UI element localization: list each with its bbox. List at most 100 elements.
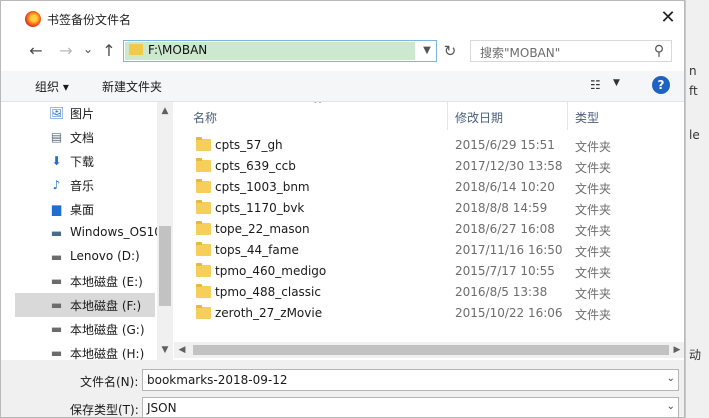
horizontal-scrollbar[interactable]: ◀ ▶ xyxy=(174,342,684,358)
command-toolbar: 组织 ▾ 新建文件夹 ☷ ▼ ? xyxy=(1,71,684,102)
background-text: n xyxy=(689,64,697,78)
navigation-scrollbar-thumb[interactable] xyxy=(159,226,171,306)
file-type: 文件夹 xyxy=(575,266,612,280)
column-divider[interactable] xyxy=(447,102,448,130)
background-text: le xyxy=(689,128,700,142)
filename-input[interactable]: bookmarks-2018-09-12 xyxy=(147,373,288,387)
view-options-icon[interactable]: ☷ xyxy=(590,78,606,92)
file-row[interactable]: cpts_1003_bnm 2018/6/14 10:20 文件夹 xyxy=(174,177,684,198)
address-bar[interactable]: F:\MOBAN ▼ xyxy=(123,40,437,62)
scroll-left-icon[interactable]: ◀ xyxy=(174,345,190,355)
sidebar-item[interactable]: ▬ 本地磁盘 (G:) xyxy=(15,317,155,341)
filetype-dropdown-icon[interactable]: ⌄ xyxy=(667,401,675,412)
sidebar-item[interactable]: ▤ 文档 xyxy=(15,125,155,149)
folder-icon xyxy=(196,221,211,235)
file-type: 文件夹 xyxy=(575,308,612,322)
file-type: 文件夹 xyxy=(575,203,612,217)
sidebar-item-label: 本地磁盘 (H:) xyxy=(70,347,145,360)
background-window: n ft le 动 xyxy=(685,0,709,418)
address-text[interactable]: F:\MOBAN xyxy=(148,43,207,57)
scroll-down-icon[interactable]: ▼ xyxy=(157,345,173,355)
file-name: cpts_639_ccb xyxy=(215,159,296,173)
save-dialog: 书签备份文件名 ✕ ← → ⌄ ↑ F:\MOBAN ▼ ↻ 搜索"MOBAN"… xyxy=(0,0,685,418)
file-name: cpts_57_gh xyxy=(215,138,283,152)
column-header-type[interactable]: 类型 xyxy=(575,109,599,137)
file-row[interactable]: cpts_57_gh 2015/6/29 15:51 文件夹 xyxy=(174,135,684,156)
file-type: 文件夹 xyxy=(575,140,612,154)
filetype-select[interactable]: JSON ⌄ xyxy=(142,397,679,417)
sidebar-item[interactable]: ⬇ 下载 xyxy=(15,149,155,173)
file-date: 2017/11/16 16:50 xyxy=(455,243,563,257)
dialog-title: 书签备份文件名 xyxy=(47,13,132,27)
sidebar-item-icon: ▤ xyxy=(50,130,63,144)
help-icon[interactable]: ? xyxy=(652,76,670,94)
file-type: 文件夹 xyxy=(575,287,612,301)
close-button[interactable]: ✕ xyxy=(656,7,680,31)
organize-menu[interactable]: 组织 ▾ xyxy=(35,78,69,95)
file-date: 2017/12/30 13:58 xyxy=(455,159,563,173)
sidebar-item-label: Windows_OS10 xyxy=(70,225,162,239)
sidebar-item[interactable]: ▆ 桌面 xyxy=(15,197,155,221)
filetype-value[interactable]: JSON xyxy=(147,401,177,415)
sidebar-item-icon: ▬ xyxy=(50,274,63,288)
up-button[interactable]: ↑ xyxy=(98,39,120,63)
file-date: 2016/8/5 13:38 xyxy=(455,285,548,299)
view-options-dropdown-icon[interactable]: ▼ xyxy=(613,78,620,88)
file-type: 文件夹 xyxy=(575,224,612,238)
refresh-button[interactable]: ↻ xyxy=(439,40,461,62)
folder-icon xyxy=(196,200,211,214)
scroll-right-icon[interactable]: ▶ xyxy=(669,345,684,355)
sidebar-item-icon: ⬇ xyxy=(51,154,62,168)
filename-field[interactable]: bookmarks-2018-09-12 ⌄ xyxy=(142,369,679,391)
folder-icon xyxy=(196,305,211,319)
file-row[interactable]: tope_22_mason 2018/6/27 16:08 文件夹 xyxy=(174,219,684,240)
file-list: ^ 名称 修改日期 类型 cpts_57_gh 2015/6/29 15:51 文件… xyxy=(174,102,684,342)
sidebar-item[interactable]: ▬ Windows_OS10 xyxy=(15,221,162,245)
recent-locations-icon[interactable]: ⌄ xyxy=(81,37,95,61)
file-name: zeroth_27_zMovie xyxy=(215,306,323,320)
column-divider[interactable] xyxy=(567,102,568,130)
file-row[interactable]: zeroth_27_zMovie 2015/10/22 16:06 文件夹 xyxy=(174,303,684,324)
file-date: 2015/6/29 15:51 xyxy=(455,138,555,152)
sidebar-item-label: 下载 xyxy=(70,155,95,169)
forward-button[interactable]: → xyxy=(55,39,77,63)
file-row[interactable]: tpmo_488_classic 2016/8/5 13:38 文件夹 xyxy=(174,282,684,303)
folder-icon xyxy=(196,284,211,298)
sidebar-item[interactable]: ▬ Lenovo (D:) xyxy=(15,245,155,269)
search-input[interactable]: 搜索"MOBAN" xyxy=(480,44,560,61)
sidebar-item-icon: ▬ xyxy=(50,250,63,264)
sidebar-item[interactable]: ▬ 本地磁盘 (H:) xyxy=(15,341,155,360)
folder-icon xyxy=(196,158,211,172)
file-type: 文件夹 xyxy=(575,182,612,196)
filetype-label: 保存类型(T): xyxy=(70,403,139,417)
back-button[interactable]: ← xyxy=(25,39,47,63)
save-options-panel: 文件名(N): bookmarks-2018-09-12 ⌄ 保存类型(T): … xyxy=(1,360,684,417)
new-folder-button[interactable]: 新建文件夹 xyxy=(102,78,162,95)
file-row[interactable]: cpts_1170_bvk 2018/8/8 14:59 文件夹 xyxy=(174,198,684,219)
background-text: ft xyxy=(689,84,698,98)
firefox-icon xyxy=(25,11,41,27)
sidebar-item[interactable]: ▬ 本地磁盘 (F:) xyxy=(15,293,155,317)
search-box[interactable]: 搜索"MOBAN" ⚲ xyxy=(470,40,672,62)
column-header-date[interactable]: 修改日期 xyxy=(455,109,503,137)
sidebar-item-label: 本地磁盘 (F:) xyxy=(70,299,142,313)
file-row[interactable]: cpts_639_ccb 2017/12/30 13:58 文件夹 xyxy=(174,156,684,177)
file-date: 2015/7/17 10:55 xyxy=(455,264,555,278)
search-icon[interactable]: ⚲ xyxy=(651,43,667,59)
file-date: 2015/10/22 16:06 xyxy=(455,306,563,320)
sidebar-item-icon: ▆ xyxy=(51,202,62,216)
file-row[interactable]: tpmo_460_medigo 2015/7/17 10:55 文件夹 xyxy=(174,261,684,282)
sidebar-item[interactable]: 🖼 图片 xyxy=(15,102,155,125)
filename-dropdown-icon[interactable]: ⌄ xyxy=(667,373,675,384)
title-bar: 书签备份文件名 ✕ xyxy=(1,1,684,35)
file-name: tops_44_fame xyxy=(215,243,299,257)
column-header-name[interactable]: 名称 xyxy=(193,109,217,137)
address-dropdown-icon[interactable]: ▼ xyxy=(419,41,435,61)
sidebar-item[interactable]: ♪ 音乐 xyxy=(15,173,155,197)
folder-icon xyxy=(196,179,211,193)
sidebar-item-label: 图片 xyxy=(70,107,95,121)
scroll-up-icon[interactable]: ▲ xyxy=(157,106,173,116)
file-row[interactable]: tops_44_fame 2017/11/16 16:50 文件夹 xyxy=(174,240,684,261)
horizontal-scrollbar-thumb[interactable] xyxy=(193,345,669,355)
sidebar-item[interactable]: ▬ 本地磁盘 (E:) xyxy=(15,269,155,293)
